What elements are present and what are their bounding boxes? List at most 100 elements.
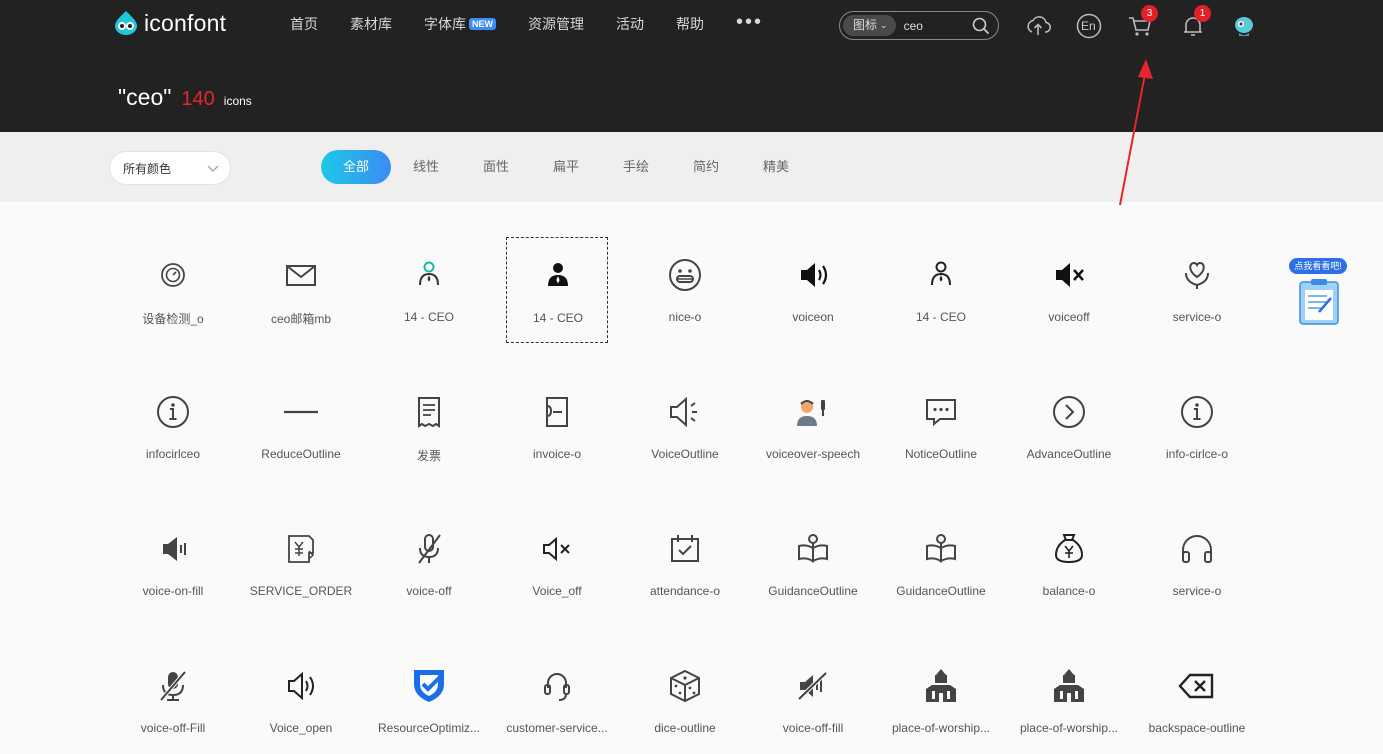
speaker-slash-icon bbox=[793, 666, 833, 706]
tab-line[interactable]: 线性 bbox=[391, 150, 461, 184]
nav-home[interactable]: 首页 bbox=[290, 14, 318, 34]
icon-card[interactable]: ReduceOutline bbox=[250, 374, 352, 480]
icon-card[interactable]: ceo邮箱mb bbox=[250, 237, 352, 343]
grin-face-icon bbox=[665, 255, 705, 295]
icon-card[interactable]: dice-outline bbox=[634, 648, 736, 754]
icon-card[interactable]: backspace-outline bbox=[1146, 648, 1248, 754]
icon-card[interactable]: VoiceOutline bbox=[634, 374, 736, 480]
tab-flat[interactable]: 扁平 bbox=[531, 150, 601, 184]
icon-card[interactable]: voiceon bbox=[762, 237, 864, 343]
search-icon[interactable] bbox=[972, 17, 990, 35]
icon-card[interactable]: nice-o bbox=[634, 237, 736, 343]
icon-card[interactable]: place-of-worship... bbox=[890, 648, 992, 754]
icon-card-label: info-cirlce-o bbox=[1165, 447, 1228, 461]
icon-card-label: invoice-o bbox=[532, 447, 582, 461]
style-tabs: 全部 线性 面性 扁平 手绘 简约 精美 bbox=[321, 150, 811, 184]
device-check-icon bbox=[153, 255, 193, 295]
icon-card[interactable]: balance-o bbox=[1018, 511, 1120, 617]
icon-card[interactable]: 14 - CEO bbox=[506, 237, 608, 343]
calendar-check-icon bbox=[665, 529, 705, 569]
icon-card[interactable]: AdvanceOutline bbox=[1018, 374, 1120, 480]
service-order-icon bbox=[281, 529, 321, 569]
user-avatar-icon[interactable] bbox=[1231, 13, 1257, 39]
speaker-open-icon bbox=[281, 666, 321, 706]
tab-simple[interactable]: 简约 bbox=[671, 150, 741, 184]
tab-fill[interactable]: 面性 bbox=[461, 150, 531, 184]
result-unit: icons bbox=[223, 94, 252, 108]
language-switch[interactable]: En bbox=[1076, 13, 1102, 39]
icon-card-label: AdvanceOutline bbox=[1026, 447, 1112, 461]
iconfont-logo-icon bbox=[115, 11, 137, 35]
icon-card[interactable]: service-o bbox=[1146, 237, 1248, 343]
icon-card[interactable]: voiceover-speech bbox=[762, 374, 864, 480]
icon-card[interactable]: Voice_off bbox=[506, 511, 608, 617]
icon-card[interactable]: voice-on-fill bbox=[122, 511, 224, 617]
icon-card-label: service-o bbox=[1172, 310, 1222, 324]
nav-more-button[interactable]: ••• bbox=[736, 11, 763, 34]
search-type-select[interactable]: 图标 ⌄ bbox=[843, 15, 896, 36]
icon-card[interactable]: NoticeOutline bbox=[890, 374, 992, 480]
icon-card[interactable]: voice-off-fill bbox=[762, 648, 864, 754]
info-circle-alt-icon bbox=[1177, 392, 1217, 432]
brand-name: iconfont bbox=[144, 9, 227, 36]
icon-card[interactable]: 发票 bbox=[378, 374, 480, 480]
cart-button[interactable]: 3 bbox=[1127, 5, 1158, 39]
icon-card-label: ResourceOptimiz... bbox=[377, 721, 481, 735]
tab-hand-drawn[interactable]: 手绘 bbox=[601, 150, 671, 184]
icon-card[interactable]: service-o bbox=[1146, 511, 1248, 617]
money-bag-icon bbox=[1049, 529, 1089, 569]
icon-card[interactable]: 14 - CEO bbox=[378, 237, 480, 343]
icon-card[interactable]: voice-off-Fill bbox=[122, 648, 224, 754]
ceo-person-filled-icon bbox=[538, 256, 578, 296]
icon-card[interactable]: voice-off bbox=[378, 511, 480, 617]
icon-card[interactable]: GuidanceOutline bbox=[890, 511, 992, 617]
icon-card[interactable]: customer-service... bbox=[506, 648, 608, 754]
icon-card-label: balance-o bbox=[1042, 584, 1096, 598]
icon-card[interactable]: place-of-worship... bbox=[1018, 648, 1120, 754]
main-nav: 首页 素材库 字体库 NEW 资源管理 活动 帮助 ••• bbox=[290, 11, 763, 34]
icon-card[interactable]: ResourceOptimiz... bbox=[378, 648, 480, 754]
icon-card-label: NoticeOutline bbox=[904, 447, 978, 461]
nav-help[interactable]: 帮助 bbox=[676, 14, 704, 34]
icon-card[interactable]: invoice-o bbox=[506, 374, 608, 480]
minus-line-icon bbox=[281, 392, 321, 432]
receipt-icon bbox=[409, 392, 449, 432]
result-count: 140 bbox=[181, 88, 215, 110]
upload-cloud-icon[interactable] bbox=[1025, 13, 1051, 39]
ceo-person-outline-icon bbox=[921, 255, 961, 295]
floating-helper[interactable]: 点我看看吧! bbox=[1289, 258, 1349, 328]
nav-resources[interactable]: 资源管理 bbox=[528, 14, 584, 34]
icon-card[interactable]: Voice_open bbox=[250, 648, 352, 754]
icon-card-label: voiceon bbox=[792, 310, 834, 324]
mail-icon bbox=[281, 255, 321, 295]
icon-card[interactable]: GuidanceOutline bbox=[762, 511, 864, 617]
nav-fonts[interactable]: 字体库 NEW bbox=[424, 14, 496, 34]
tab-elegant[interactable]: 精美 bbox=[741, 150, 811, 184]
icon-card-label: ReduceOutline bbox=[261, 447, 341, 461]
icon-card[interactable]: voiceoff bbox=[1018, 237, 1120, 343]
color-filter-select[interactable]: 所有颜色 bbox=[109, 151, 231, 185]
icon-card-label: attendance-o bbox=[649, 584, 721, 598]
nav-activities[interactable]: 活动 bbox=[616, 14, 644, 34]
icon-card-label: customer-service... bbox=[506, 721, 608, 735]
color-filter-label: 所有颜色 bbox=[123, 161, 172, 176]
tab-all[interactable]: 全部 bbox=[321, 150, 391, 184]
shield-check-icon bbox=[409, 666, 449, 706]
icon-card[interactable]: SERVICE_ORDER bbox=[250, 511, 352, 617]
icon-card[interactable]: infocirlceo bbox=[122, 374, 224, 480]
icon-card[interactable]: attendance-o bbox=[634, 511, 736, 617]
icon-card[interactable]: 设备检测_o bbox=[122, 237, 224, 343]
search-input[interactable] bbox=[903, 18, 974, 33]
brand-logo[interactable]: iconfont bbox=[112, 9, 226, 37]
chevron-down-icon: ⌄ bbox=[880, 20, 888, 30]
language-label: En bbox=[1081, 19, 1096, 33]
bell-count-badge: 1 bbox=[1194, 5, 1211, 22]
icon-card[interactable]: info-cirlce-o bbox=[1146, 374, 1248, 480]
nav-materials[interactable]: 素材库 bbox=[350, 14, 392, 34]
icon-card[interactable]: 14 - CEO bbox=[890, 237, 992, 343]
floater-tag: 点我看看吧! bbox=[1289, 258, 1347, 274]
speaker-mute-icon bbox=[1049, 255, 1089, 295]
icon-card-label: 14 - CEO bbox=[532, 311, 583, 325]
icon-card-label: 发票 bbox=[416, 449, 441, 463]
notifications-button[interactable]: 1 bbox=[1180, 5, 1211, 39]
